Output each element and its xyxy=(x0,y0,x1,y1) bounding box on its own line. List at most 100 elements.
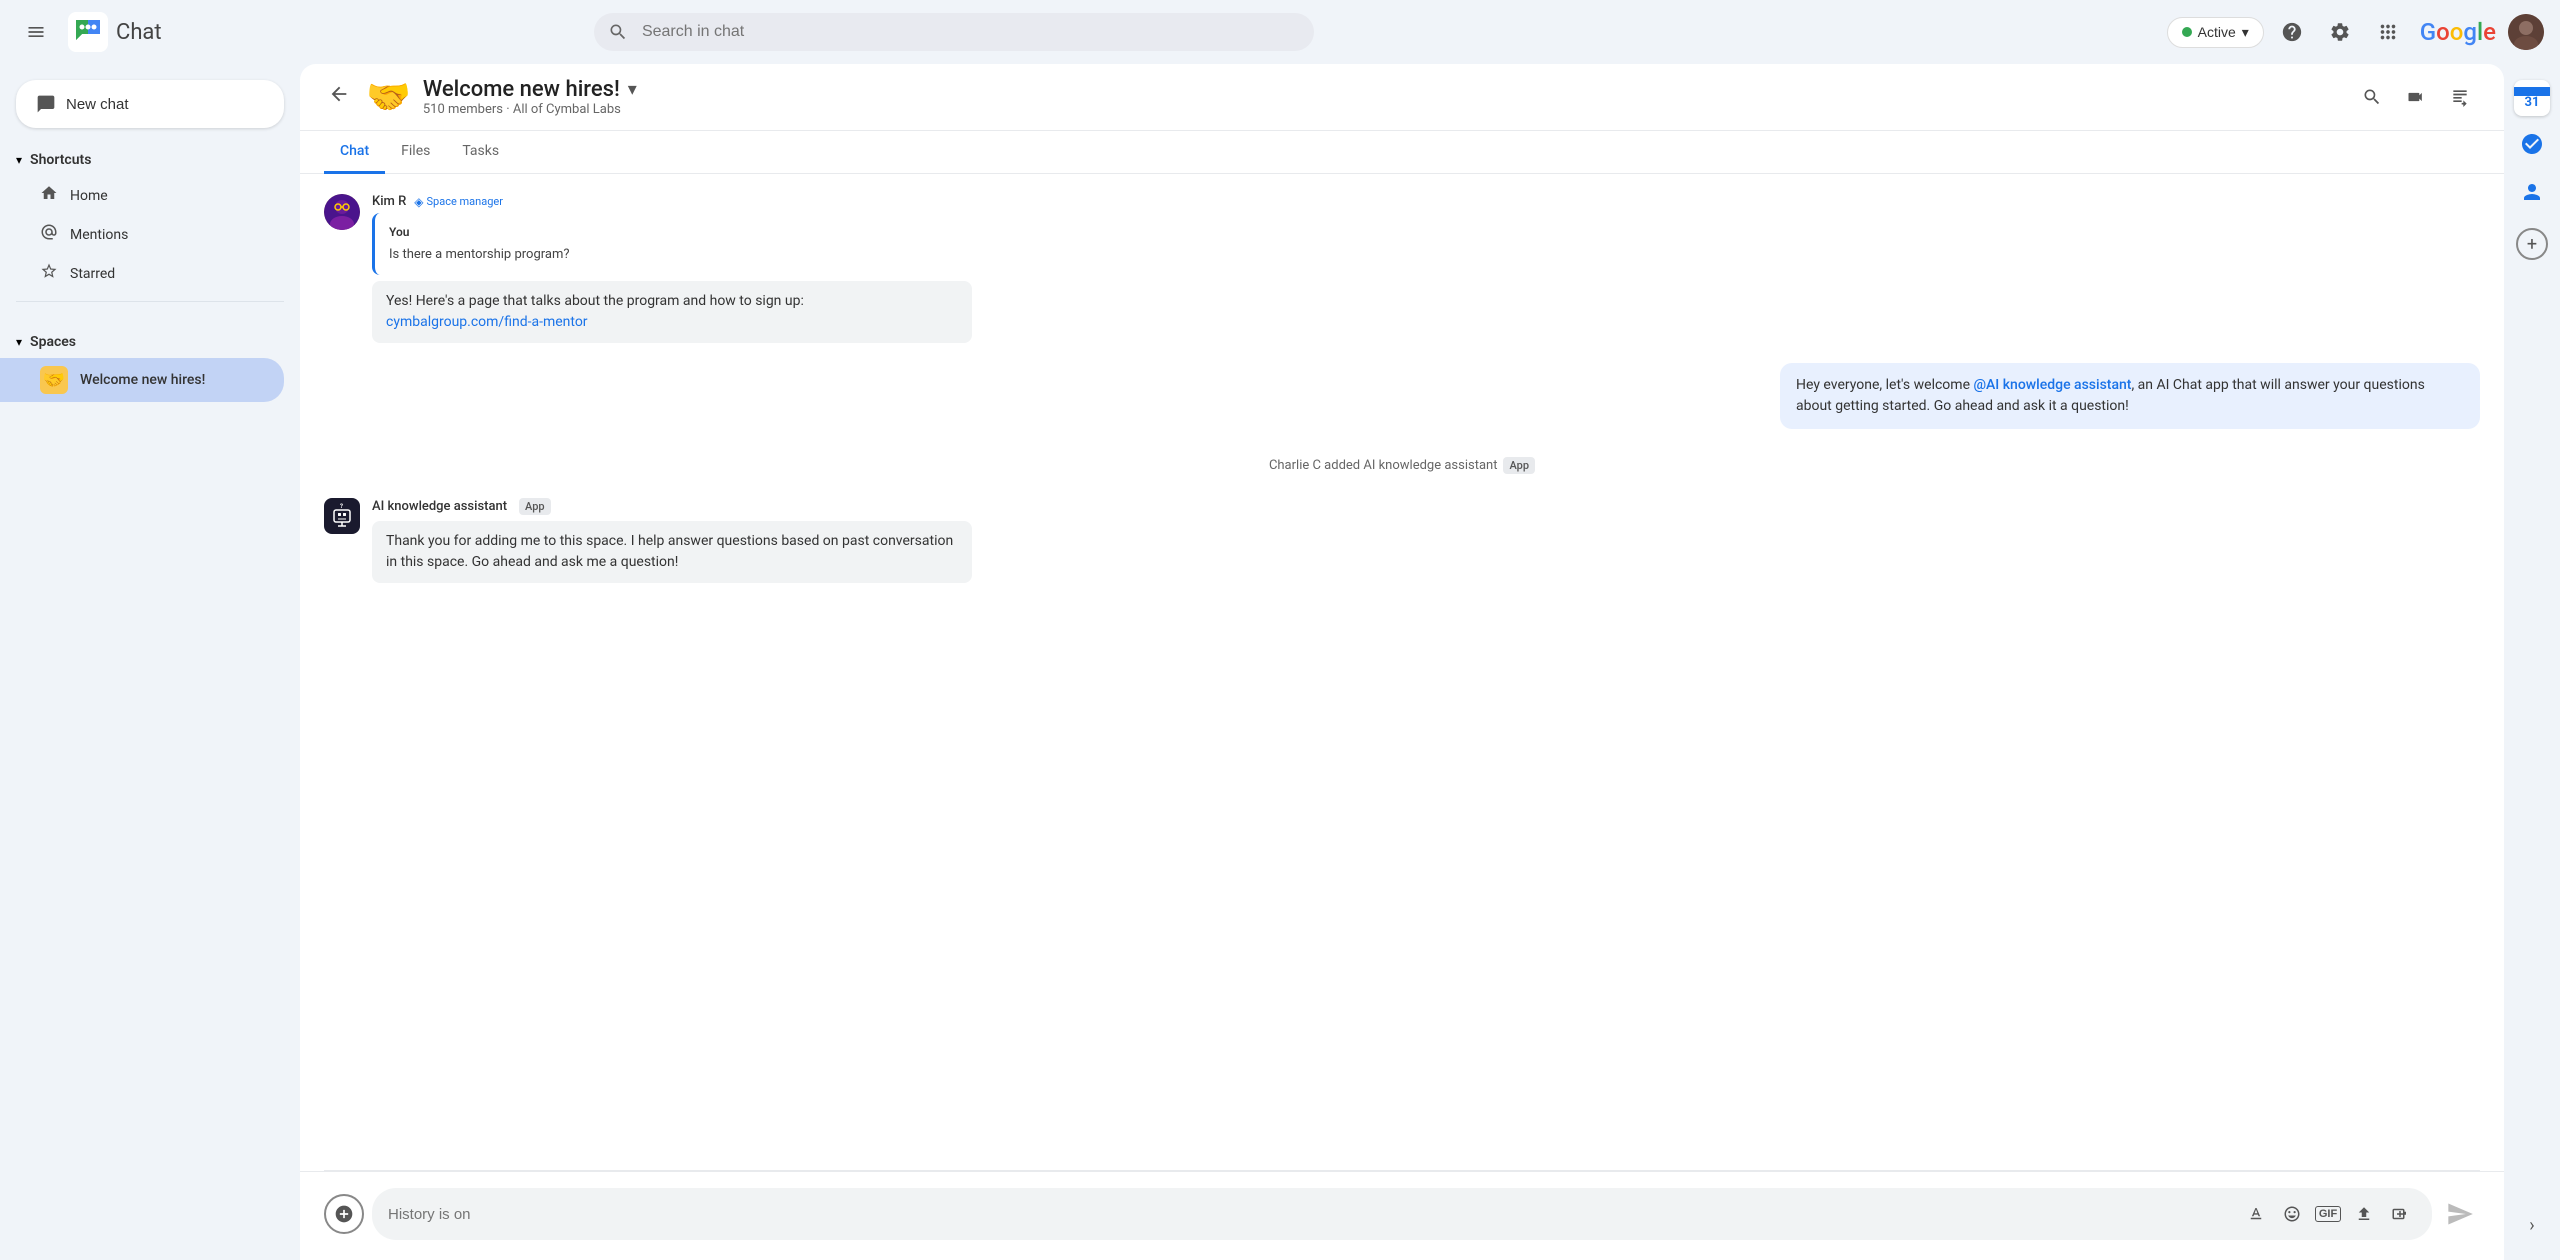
search-chat-button[interactable] xyxy=(2352,77,2392,117)
send-button[interactable] xyxy=(2440,1194,2480,1234)
shortcuts-chevron-icon: ▾ xyxy=(16,153,22,167)
main-layout: New chat ▾ Shortcuts Home Mentions xyxy=(0,64,2560,1260)
threads-button[interactable] xyxy=(2440,77,2480,117)
channel-meta: 510 members · All of Cymbal Labs xyxy=(423,102,2340,117)
kim-avatar xyxy=(324,194,360,230)
sidebar-item-starred[interactable]: Starred xyxy=(0,254,284,293)
new-chat-label: New chat xyxy=(66,96,129,113)
apps-button[interactable] xyxy=(2368,12,2408,52)
message-group-right: Hey everyone, let's welcome @AI knowledg… xyxy=(324,359,2480,433)
ai-message-bubble: Thank you for adding me to this space. I… xyxy=(372,521,972,583)
user-avatar[interactable] xyxy=(2508,14,2544,50)
space-item-welcome[interactable]: 🤝 Welcome new hires! xyxy=(0,358,284,402)
system-message: Charlie C added AI knowledge assistant A… xyxy=(324,449,2480,482)
right-sidebar: 31 + › xyxy=(2504,64,2560,1260)
channel-org: All of Cymbal Labs xyxy=(513,102,621,117)
response-message-bubble: Yes! Here's a page that talks about the … xyxy=(372,281,972,343)
member-count: 510 members xyxy=(423,102,503,117)
sidebar-home-label: Home xyxy=(70,188,108,204)
message-input[interactable] xyxy=(388,1206,2232,1223)
right-sidebar-expand-icon[interactable]: › xyxy=(2521,1207,2542,1244)
active-dot xyxy=(2182,27,2192,37)
new-chat-button[interactable]: New chat xyxy=(16,80,284,128)
mentorship-link[interactable]: cymbalgroup.com/find-a-mentor xyxy=(386,314,588,330)
system-message-text: Charlie C added AI knowledge assistant xyxy=(1269,458,1498,473)
google-calendar-icon[interactable]: 31 xyxy=(2514,80,2550,116)
spaces-chevron-icon: ▾ xyxy=(16,335,22,349)
svg-text:?: ? xyxy=(340,503,343,510)
channel-emoji: 🤝 xyxy=(366,76,411,118)
emoji-button[interactable] xyxy=(2276,1198,2308,1230)
message-group-ai: ? AI knowledge assistant App Thank you f… xyxy=(324,498,2480,583)
google-tasks-icon[interactable] xyxy=(2512,124,2552,164)
sidebar-item-mentions[interactable]: Mentions xyxy=(0,215,284,254)
ai-message-text: Thank you for adding me to this space. I… xyxy=(386,533,953,570)
input-container: GIF xyxy=(324,1188,2480,1240)
search-input[interactable] xyxy=(594,13,1314,51)
text-format-button[interactable] xyxy=(2240,1198,2272,1230)
back-button[interactable] xyxy=(324,79,354,115)
mentions-icon xyxy=(40,223,58,246)
tab-files[interactable]: Files xyxy=(385,131,446,174)
home-icon xyxy=(40,184,58,207)
message-group-kim: Kim R ◈ Space manager You Is there a men… xyxy=(324,194,2480,343)
hamburger-menu-button[interactable] xyxy=(16,12,56,52)
settings-button[interactable] xyxy=(2320,12,2360,52)
channel-chevron-icon[interactable]: ▾ xyxy=(628,79,637,100)
help-button[interactable] xyxy=(2272,12,2312,52)
kim-message-sender: Kim R ◈ Space manager xyxy=(372,194,972,209)
header-right: Active ▾ Google xyxy=(2167,12,2544,52)
chat-header: 🤝 Welcome new hires! ▾ 510 members · All… xyxy=(300,64,2504,131)
input-area: GIF xyxy=(300,1171,2504,1260)
sidebar-starred-label: Starred xyxy=(70,266,115,282)
chat-content: 🤝 Welcome new hires! ▾ 510 members · All… xyxy=(300,64,2504,1260)
add-app-button[interactable]: + xyxy=(2516,228,2548,260)
meta-separator: · xyxy=(506,102,513,117)
spaces-section-header[interactable]: ▾ Spaces xyxy=(0,326,284,358)
channel-title: Welcome new hires! ▾ xyxy=(423,77,2340,102)
input-field-wrap: GIF xyxy=(372,1188,2432,1240)
space-emoji: 🤝 xyxy=(40,366,68,394)
starred-icon xyxy=(40,262,58,285)
right-message-bubble: Hey everyone, let's welcome @AI knowledg… xyxy=(1780,363,2480,429)
top-header: Chat Active ▾ xyxy=(0,0,2560,64)
response-text: Yes! Here's a page that talks about the … xyxy=(386,293,804,309)
channel-name: Welcome new hires! xyxy=(423,77,620,102)
chat-tabs: Chat Files Tasks xyxy=(300,131,2504,174)
app-logo[interactable]: Chat xyxy=(68,12,162,52)
channel-info: Welcome new hires! ▾ 510 members · All o… xyxy=(423,77,2340,117)
kim-sender-badge: ◈ Space manager xyxy=(414,195,503,209)
sidebar-item-home[interactable]: Home xyxy=(0,176,284,215)
active-label: Active xyxy=(2198,24,2236,40)
badge-diamond-icon: ◈ xyxy=(414,195,423,209)
ai-avatar: ? xyxy=(324,498,360,534)
video-add-button[interactable] xyxy=(2384,1198,2416,1230)
shortcuts-section-header[interactable]: ▾ Shortcuts xyxy=(0,144,284,176)
spaces-section: ▾ Spaces 🤝 Welcome new hires! xyxy=(0,326,300,402)
google-contacts-icon[interactable] xyxy=(2512,172,2552,212)
tab-tasks[interactable]: Tasks xyxy=(446,131,515,174)
quoted-message-bubble: You Is there a mentorship program? xyxy=(372,213,972,275)
kim-sender-name: Kim R xyxy=(372,194,406,209)
tab-chat[interactable]: Chat xyxy=(324,131,385,174)
attach-button[interactable] xyxy=(324,1194,364,1234)
ai-app-badge: App xyxy=(519,498,551,515)
video-call-button[interactable] xyxy=(2396,77,2436,117)
ai-sender-name: AI knowledge assistant xyxy=(372,499,507,514)
quote-text: Is there a mentorship program? xyxy=(389,245,958,265)
space-label-welcome: Welcome new hires! xyxy=(80,372,205,388)
shortcuts-label: Shortcuts xyxy=(30,152,91,168)
app-badge: App xyxy=(1503,457,1535,474)
messages-area[interactable]: Kim R ◈ Space manager You Is there a men… xyxy=(300,174,2504,1170)
active-status-button[interactable]: Active ▾ xyxy=(2167,17,2264,48)
gif-button[interactable]: GIF xyxy=(2312,1198,2344,1230)
spaces-label: Spaces xyxy=(30,334,76,350)
upload-button[interactable] xyxy=(2348,1198,2380,1230)
active-chevron-icon: ▾ xyxy=(2242,24,2249,41)
search-bar xyxy=(594,13,1314,51)
sidebar-mentions-label: Mentions xyxy=(70,227,128,243)
kim-message-content: Kim R ◈ Space manager You Is there a men… xyxy=(372,194,972,343)
quote-author: You xyxy=(389,223,958,241)
input-actions: GIF xyxy=(2240,1198,2416,1230)
chat-header-actions xyxy=(2352,77,2480,117)
